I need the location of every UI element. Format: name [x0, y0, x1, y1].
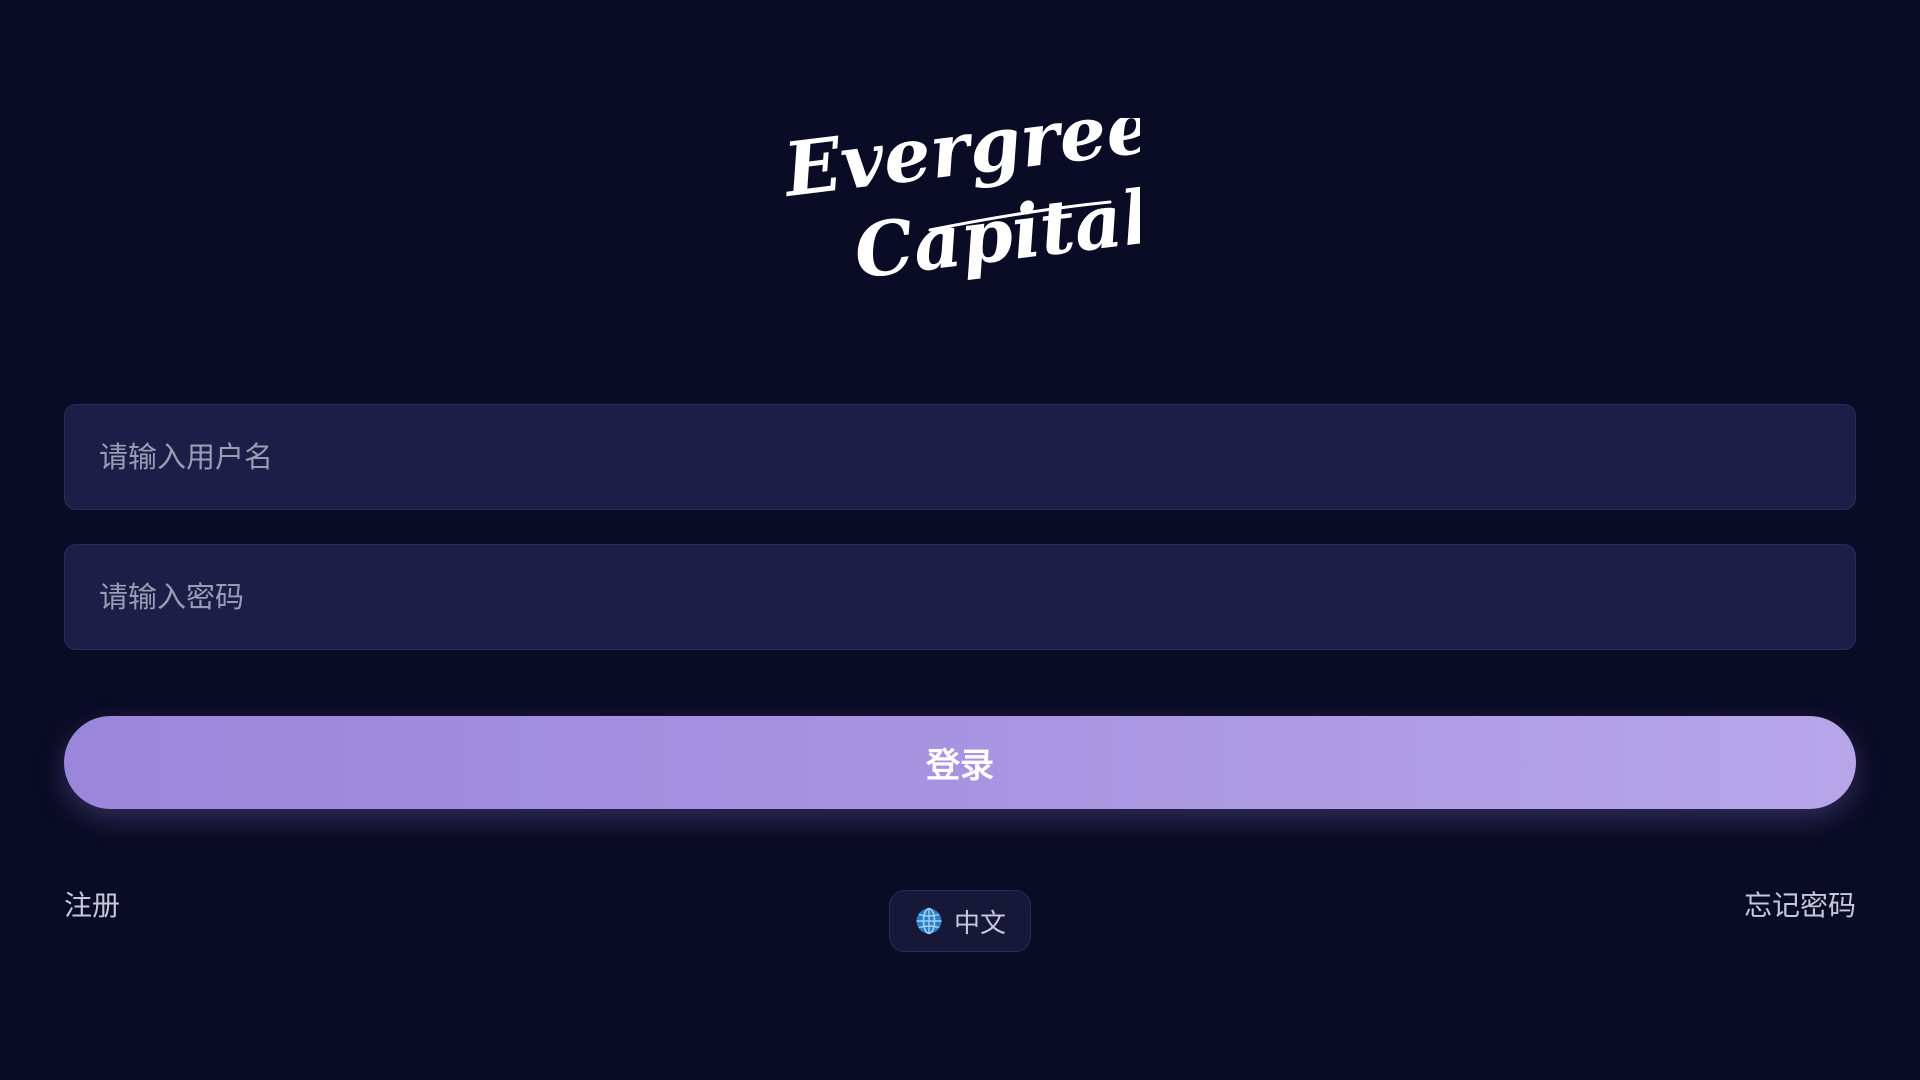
globe-icon [916, 907, 942, 935]
password-input[interactable] [65, 545, 1855, 649]
username-input[interactable] [65, 405, 1855, 509]
brand-logo-wordmark: Evergreen Capital [780, 118, 1140, 296]
brand-logo: Evergreen Capital [780, 118, 1140, 298]
login-button[interactable]: 登录 [64, 716, 1856, 809]
forgot-password-link[interactable]: 忘记密码 [1744, 884, 1856, 924]
language-switcher[interactable]: 中文 [889, 890, 1031, 952]
language-label: 中文 [953, 908, 1006, 939]
register-link[interactable]: 注册 [64, 884, 120, 924]
password-field [64, 544, 1856, 650]
login-page: Evergreen Capital 登录 注册 中文 忘记密码 [0, 0, 1920, 1080]
username-field [64, 404, 1856, 510]
